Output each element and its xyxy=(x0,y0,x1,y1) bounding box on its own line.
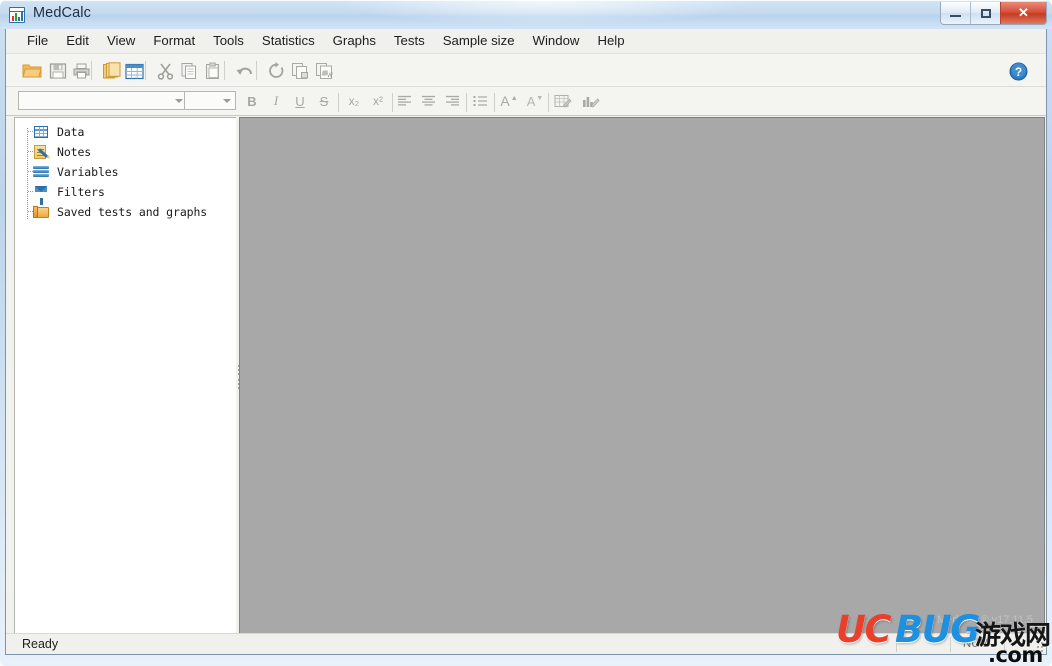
align-right-icon[interactable] xyxy=(442,91,462,111)
status-divider xyxy=(896,637,897,652)
export-icon[interactable]: W xyxy=(312,59,336,83)
bold-button[interactable]: B xyxy=(242,91,262,111)
toolbar-separator xyxy=(338,93,339,112)
refresh-icon[interactable] xyxy=(264,59,288,83)
menu-statistics[interactable]: Statistics xyxy=(253,30,324,52)
format-toolbar: B I U S x₂ x² A ▲ A ▼ xyxy=(6,87,1046,116)
minimize-icon xyxy=(950,15,961,17)
duplicate-icon[interactable] xyxy=(288,59,312,83)
menu-format[interactable]: Format xyxy=(144,30,204,52)
new-document-icon[interactable] xyxy=(99,59,123,83)
menu-sample-size[interactable]: Sample size xyxy=(434,30,524,52)
menu-view[interactable]: View xyxy=(98,30,144,52)
edit-table-icon[interactable] xyxy=(552,91,574,111)
font-size-combobox[interactable] xyxy=(184,91,236,110)
open-folder-icon[interactable] xyxy=(20,59,44,83)
toolbar-separator xyxy=(256,61,257,80)
resize-grip[interactable] xyxy=(1030,639,1043,652)
menu-file[interactable]: File xyxy=(18,30,57,52)
minimize-button[interactable] xyxy=(941,2,970,24)
sidebar-item-variables[interactable]: Variables xyxy=(15,162,236,182)
maximize-icon xyxy=(980,8,991,18)
spreadsheet-icon[interactable] xyxy=(122,59,146,83)
folder-stack-icon xyxy=(33,205,50,220)
underline-button[interactable]: U xyxy=(290,91,310,111)
toolbar-separator xyxy=(548,93,549,112)
mdi-workspace: MedCalc® v17.11.5 xyxy=(239,117,1045,636)
help-icon[interactable]: ? xyxy=(1006,59,1030,83)
font-name-combobox[interactable] xyxy=(18,91,188,110)
window-title: MedCalc xyxy=(33,5,91,21)
navigation-sidebar[interactable]: Data Notes Variables Filters Saved tests… xyxy=(14,117,236,635)
menu-tools[interactable]: Tools xyxy=(204,30,253,52)
num-lock-indicator: NUM xyxy=(962,638,990,650)
print-icon[interactable] xyxy=(69,59,93,83)
menu-edit[interactable]: Edit xyxy=(57,30,98,52)
align-left-icon[interactable] xyxy=(394,91,414,111)
medcalc-chart-icon xyxy=(9,7,25,23)
client-area: File Edit View Format Tools Statistics G… xyxy=(5,29,1047,655)
copy-icon[interactable] xyxy=(177,59,201,83)
toolbar-separator xyxy=(494,93,495,112)
sidebar-item-notes[interactable]: Notes xyxy=(15,142,236,162)
superscript-button[interactable]: x² xyxy=(368,91,388,111)
paste-icon[interactable] xyxy=(201,59,225,83)
toolbar-separator xyxy=(392,93,393,112)
bullet-list-icon[interactable] xyxy=(470,91,490,111)
sidebar-item-label: Data xyxy=(57,125,85,139)
svg-text:W: W xyxy=(327,73,333,79)
toolbar-separator xyxy=(224,61,225,80)
decrease-font-letter: A xyxy=(526,93,536,109)
sidebar-item-label: Notes xyxy=(57,145,92,159)
down-arrow-icon: ▼ xyxy=(536,95,544,102)
toolbar-separator xyxy=(91,61,92,80)
menu-help[interactable]: Help xyxy=(588,30,633,52)
cut-icon[interactable] xyxy=(153,59,177,83)
version-label: MedCalc® v17.11.5 xyxy=(937,614,1033,626)
svg-text:?: ? xyxy=(1014,64,1021,78)
status-divider xyxy=(1004,637,1005,652)
main-toolbar: W ? xyxy=(6,54,1046,87)
strikethrough-button[interactable]: S xyxy=(314,91,334,111)
undo-icon[interactable] xyxy=(233,59,257,83)
menu-tests[interactable]: Tests xyxy=(385,30,434,52)
layers-icon xyxy=(33,165,50,180)
subscript-button[interactable]: x₂ xyxy=(344,91,364,111)
sidebar-item-saved-tests-and-graphs[interactable]: Saved tests and graphs xyxy=(15,202,236,222)
menu-graphs[interactable]: Graphs xyxy=(324,30,385,52)
sidebar-item-filters[interactable]: Filters xyxy=(15,182,236,205)
medcalc-application-window: MedCalc ✕ File Edit View Format Tools St… xyxy=(0,0,1052,666)
menu-window[interactable]: Window xyxy=(524,30,589,52)
window-controls: ✕ xyxy=(940,2,1047,25)
toolbar-separator xyxy=(466,93,467,112)
funnel-icon xyxy=(33,185,50,205)
status-divider xyxy=(950,637,951,652)
up-arrow-icon: ▲ xyxy=(510,95,518,102)
grid-table-icon xyxy=(33,125,50,140)
increase-font-size-button[interactable]: A ▲ xyxy=(498,91,520,111)
status-message: Ready xyxy=(22,637,59,651)
align-center-icon[interactable] xyxy=(418,91,438,111)
edit-graph-icon[interactable] xyxy=(580,91,602,111)
italic-button[interactable]: I xyxy=(266,91,286,111)
status-bar: Ready NUM xyxy=(6,633,1046,654)
maximize-button[interactable] xyxy=(970,2,1000,24)
notepad-pencil-icon xyxy=(33,144,50,160)
chevron-down-icon xyxy=(223,99,231,103)
close-button[interactable]: ✕ xyxy=(1000,2,1046,24)
sidebar-item-label: Saved tests and graphs xyxy=(57,205,208,219)
toolbar-separator xyxy=(145,61,146,80)
chevron-down-icon xyxy=(175,99,183,103)
increase-font-letter: A xyxy=(500,93,510,109)
sidebar-item-label: Variables xyxy=(57,165,119,179)
save-icon[interactable] xyxy=(46,59,70,83)
project-tree: Data Notes Variables Filters Saved tests… xyxy=(15,122,236,222)
decrease-font-size-button[interactable]: A ▼ xyxy=(524,91,546,111)
sidebar-item-data[interactable]: Data xyxy=(15,122,236,142)
titlebar-glow xyxy=(330,0,760,26)
title-bar: MedCalc ✕ xyxy=(0,0,1052,29)
menu-bar: File Edit View Format Tools Statistics G… xyxy=(6,29,1046,54)
sidebar-item-label: Filters xyxy=(57,185,105,199)
